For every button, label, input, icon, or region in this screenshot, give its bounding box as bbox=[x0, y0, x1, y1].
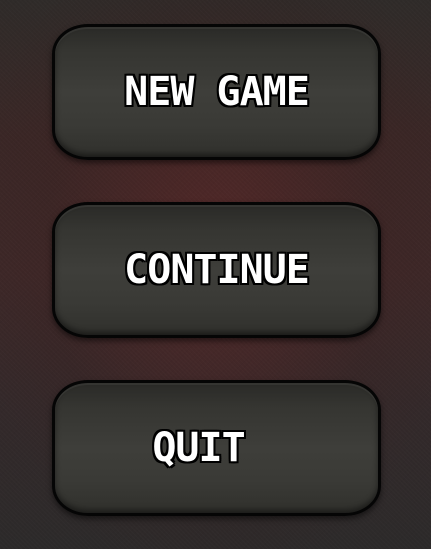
quit-label: QUIT bbox=[152, 425, 245, 471]
quit-button[interactable]: QUIT bbox=[52, 380, 381, 516]
main-menu: NEW GAME CONTINUE QUIT bbox=[0, 0, 431, 549]
new-game-label: NEW GAME bbox=[124, 69, 310, 115]
new-game-button[interactable]: NEW GAME bbox=[52, 24, 381, 160]
continue-label: CONTINUE bbox=[124, 247, 310, 293]
continue-button[interactable]: CONTINUE bbox=[52, 202, 381, 338]
